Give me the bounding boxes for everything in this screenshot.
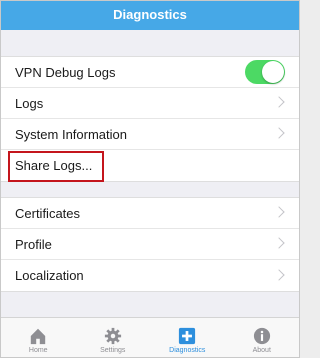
- app-window: Diagnostics VPN Debug Logs Logs System I…: [0, 0, 300, 358]
- row-vpn-debug-logs[interactable]: VPN Debug Logs: [1, 57, 299, 88]
- row-label: Logs: [15, 95, 44, 111]
- vpn-debug-logs-toggle[interactable]: [245, 60, 285, 84]
- tab-bar: Home Settings Diagnostics About: [1, 317, 299, 357]
- row-logs[interactable]: Logs: [1, 88, 299, 119]
- tab-diagnostics[interactable]: Diagnostics: [150, 318, 225, 357]
- tab-label: Diagnostics: [169, 347, 206, 354]
- row-certificates[interactable]: Certificates: [1, 198, 299, 229]
- row-label: Profile: [15, 236, 52, 252]
- info-icon: [253, 327, 270, 345]
- plus-icon: [179, 327, 196, 345]
- tab-label: Settings: [100, 347, 126, 354]
- settings-group-configuration: Certificates Profile Localization: [1, 197, 299, 292]
- tab-label: Home: [28, 347, 48, 354]
- row-system-information[interactable]: System Information: [1, 119, 299, 150]
- tab-home[interactable]: Home: [1, 318, 76, 357]
- row-profile[interactable]: Profile: [1, 229, 299, 260]
- tab-settings[interactable]: Settings: [76, 318, 151, 357]
- home-icon: [31, 328, 46, 345]
- row-label: Localization: [15, 268, 84, 283]
- nav-bar: Diagnostics: [1, 1, 299, 30]
- toggle-knob: [262, 61, 284, 83]
- tab-about[interactable]: About: [225, 318, 300, 357]
- page-title: Diagnostics: [113, 7, 187, 22]
- row-label: Certificates: [15, 205, 81, 221]
- tab-label: About: [252, 347, 271, 354]
- row-localization[interactable]: Localization: [1, 260, 299, 291]
- row-label: System Information: [15, 126, 127, 142]
- share-logs-highlight-box: [8, 151, 104, 182]
- gear-icon: [104, 327, 121, 345]
